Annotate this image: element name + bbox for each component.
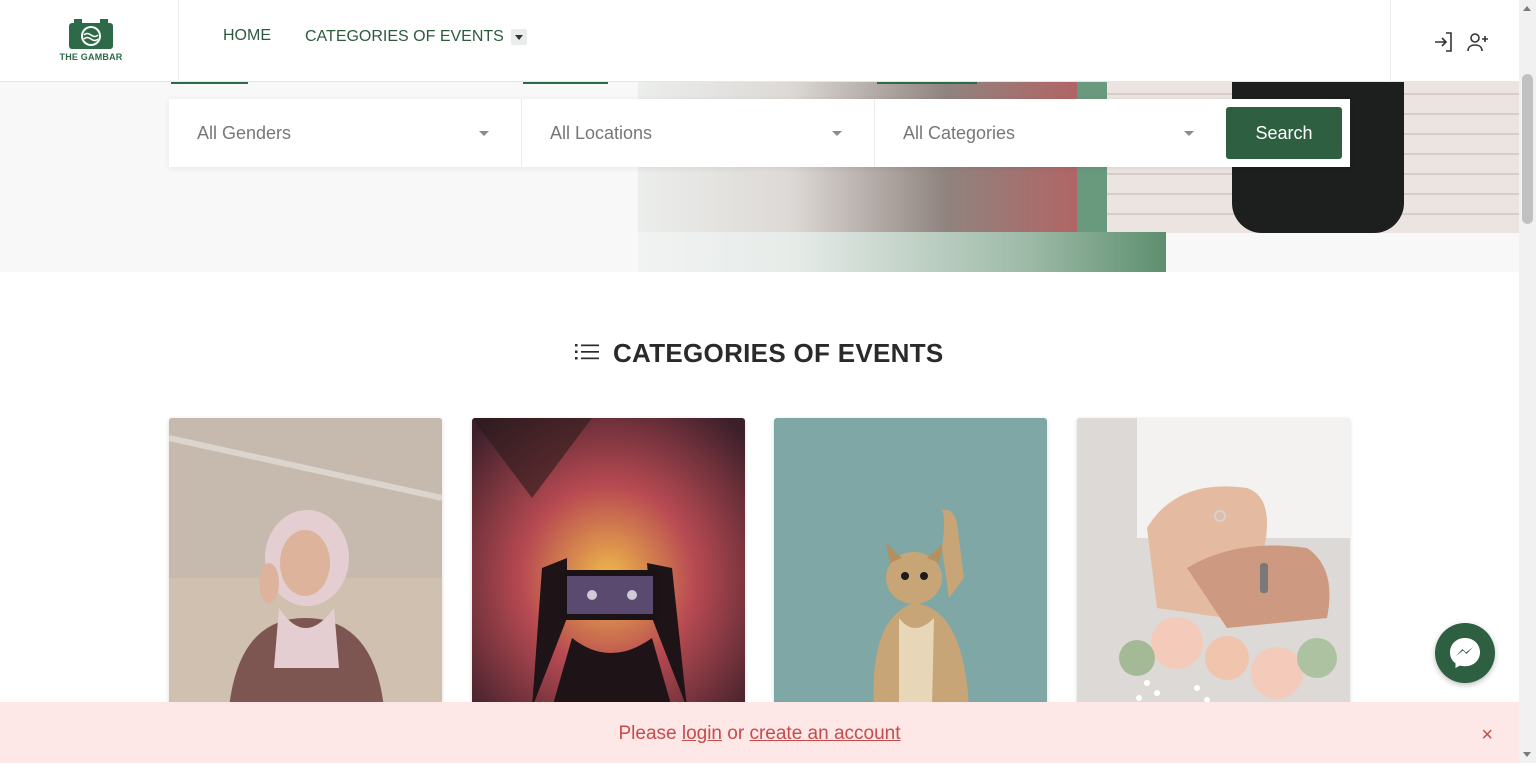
login-icon[interactable] (1432, 30, 1456, 54)
main-nav: HOME CATEGORIES OF EVENTS (223, 27, 527, 46)
nav-home-link[interactable]: HOME (223, 27, 271, 45)
logo-text: THE GAMBAR (59, 52, 123, 62)
hero-gradient (638, 232, 1166, 272)
category-card[interactable] (472, 418, 745, 708)
nav-categories-dropdown[interactable]: CATEGORIES OF EVENTS (305, 28, 527, 46)
hero-tab-indicator (877, 82, 977, 84)
header-actions (1390, 0, 1519, 82)
search-button[interactable]: Search (1226, 107, 1342, 159)
category-card[interactable] (1077, 418, 1350, 708)
logo[interactable]: THE GAMBAR (58, 18, 124, 62)
section-heading: CATEGORIES OF EVENTS (0, 338, 1519, 369)
alert-prefix: Please (618, 723, 682, 744)
category-card[interactable] (774, 418, 1047, 708)
gender-select[interactable]: All Genders (169, 99, 522, 167)
kitten-photo (774, 418, 1047, 708)
scroll-up-arrow-icon[interactable] (1523, 6, 1531, 11)
search-bar: All Genders All Locations All Categories… (169, 99, 1350, 167)
scrollbar[interactable] (1519, 0, 1536, 763)
portrait-photo (169, 418, 442, 708)
section-title: CATEGORIES OF EVENTS (612, 338, 944, 368)
chevron-down-icon[interactable] (510, 29, 527, 45)
messenger-icon (1450, 638, 1480, 668)
wedding-photo (1077, 418, 1350, 708)
category-card[interactable] (169, 418, 442, 708)
site-header: THE GAMBAR HOME CATEGORIES OF EVENTS (0, 0, 1519, 82)
alert-middle: or (722, 723, 750, 744)
nav-categories-label: CATEGORIES OF EVENTS (305, 28, 504, 45)
hero-tab-indicator (171, 82, 248, 84)
messenger-chat-button[interactable] (1435, 623, 1495, 683)
login-alert-banner: Please login or create an account × (0, 702, 1519, 763)
location-select[interactable]: All Locations (522, 99, 875, 167)
category-select[interactable]: All Categories (875, 99, 1226, 167)
scroll-down-arrow-icon[interactable] (1523, 752, 1531, 757)
add-user-icon[interactable] (1466, 30, 1490, 54)
create-account-link[interactable]: create an account (749, 723, 900, 744)
scrollbar-thumb[interactable] (1522, 74, 1533, 224)
hero-tab-indicator (523, 82, 608, 84)
close-icon[interactable]: × (1481, 702, 1493, 768)
list-icon (575, 344, 600, 360)
camera-logo-icon (69, 19, 113, 49)
logo-cell: THE GAMBAR (0, 0, 179, 82)
login-link[interactable]: login (682, 723, 722, 744)
concert-photo (472, 418, 745, 708)
